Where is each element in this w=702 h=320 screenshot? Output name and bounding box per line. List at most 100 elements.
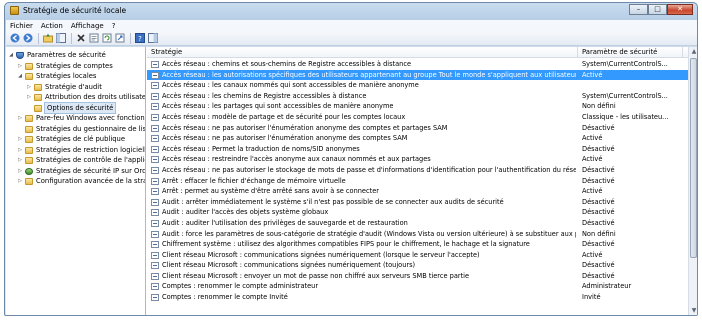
- policy-row[interactable]: Comptes : renommer le compte administrat…: [147, 281, 688, 292]
- tree-item[interactable]: ▷ Stratégies de clé publique: [6, 134, 145, 145]
- policy-icon: [151, 272, 159, 280]
- policy-row[interactable]: Accès réseau : restreindre l'accès anony…: [147, 154, 688, 165]
- folder-icon: [34, 104, 42, 112]
- policy-row[interactable]: Client réseau Microsoft : communications…: [147, 250, 688, 261]
- folder-icon: [34, 83, 42, 91]
- tree-item[interactable]: ◢ Stratégies locales: [6, 71, 145, 82]
- policy-row[interactable]: Audit : force les paramètres de sous-cat…: [147, 229, 688, 240]
- expand-icon[interactable]: ▷: [26, 84, 32, 90]
- title-bar[interactable]: Stratégie de sécurité locale – □ ✕: [5, 3, 697, 19]
- policy-name: Client réseau Microsoft : communications…: [162, 261, 416, 270]
- expand-icon[interactable]: ▷: [26, 94, 32, 100]
- menu-affichage[interactable]: Affichage: [71, 22, 104, 30]
- policy-row[interactable]: Audit : arrêter immédiatement le système…: [147, 197, 688, 208]
- policy-setting: Non défini: [582, 229, 616, 238]
- tree-item[interactable]: Stratégies du gestionnaire de listes de: [6, 124, 145, 135]
- maximize-button[interactable]: □: [648, 4, 667, 15]
- tree-item[interactable]: ▷ Stratégies de restriction logicielle: [6, 145, 145, 156]
- policy-row[interactable]: Accès réseau : les autorisations spécifi…: [147, 69, 688, 81]
- policy-icon: [151, 71, 159, 79]
- policy-row[interactable]: Accès réseau : les canaux nommés qui son…: [147, 80, 688, 91]
- scroll-thumb[interactable]: [690, 58, 697, 258]
- policy-row[interactable]: Accès réseau : ne pas autoriser l'énumér…: [147, 123, 688, 134]
- folder-icon: [34, 94, 42, 101]
- expand-icon[interactable]: ▷: [17, 168, 23, 174]
- back-arrow-icon[interactable]: [9, 33, 20, 44]
- menu-fichier[interactable]: Fichier: [10, 22, 33, 30]
- tree-item[interactable]: ▷ Stratégies de comptes: [6, 61, 145, 72]
- policy-row[interactable]: Audit : auditer l'accès des objets systè…: [147, 207, 688, 218]
- policy-icon: [151, 230, 159, 238]
- refresh-icon[interactable]: [101, 33, 112, 44]
- policy-row[interactable]: Client réseau Microsoft : communications…: [147, 260, 688, 271]
- scroll-down-icon[interactable]: ▼: [689, 306, 697, 315]
- expand-icon[interactable]: ▷: [17, 178, 23, 184]
- policy-row[interactable]: Audit : auditer l'utilisation des privil…: [147, 218, 688, 229]
- menu-action[interactable]: Action: [41, 22, 63, 30]
- up-folder-icon[interactable]: [42, 33, 53, 44]
- policy-row[interactable]: Chiffrement système : utilisez des algor…: [147, 239, 688, 250]
- show-tree-icon[interactable]: [55, 33, 66, 44]
- collapse-icon[interactable]: ◢: [17, 73, 23, 79]
- tree-item[interactable]: ▷ Stratégie d'audit: [6, 82, 145, 93]
- policy-rows: Accès réseau : chemins et sous-chemins d…: [147, 59, 688, 315]
- expand-icon[interactable]: ▷: [17, 63, 23, 69]
- expand-icon[interactable]: ▷: [17, 115, 23, 121]
- svg-text:?: ?: [138, 35, 142, 43]
- policy-row[interactable]: Client réseau Microsoft : envoyer un mot…: [147, 271, 688, 282]
- minimize-button[interactable]: –: [629, 4, 648, 15]
- collapse-icon[interactable]: ◢: [8, 52, 14, 58]
- expand-icon[interactable]: ▷: [17, 136, 23, 142]
- expand-icon[interactable]: ▷: [17, 147, 23, 153]
- policy-row[interactable]: Arrêt : effacer le fichier d'échange de …: [147, 176, 688, 187]
- policy-row[interactable]: Arrêt : permet au système d'être arrêté …: [147, 186, 688, 197]
- policy-icon: [151, 177, 159, 185]
- policy-row[interactable]: Accès réseau : ne pas autoriser l'énumér…: [147, 133, 688, 144]
- policy-row[interactable]: Accès réseau : les partages qui sont acc…: [147, 101, 688, 112]
- policy-setting: Activé: [582, 134, 603, 143]
- tree-item[interactable]: ◢ Paramètres de sécurité: [6, 50, 145, 61]
- tree-item-label: Pare-feu Windows avec fonctions ava: [36, 114, 146, 122]
- vertical-scrollbar[interactable]: ▲ ▼: [688, 47, 697, 315]
- expand-icon[interactable]: ▷: [17, 157, 23, 163]
- export-icon[interactable]: [114, 33, 125, 44]
- menu-help[interactable]: ?: [112, 22, 116, 30]
- tree-item[interactable]: Options de sécurité: [6, 101, 145, 114]
- folder-icon: [25, 146, 33, 154]
- policy-row[interactable]: Accès réseau : modèle de partage et de s…: [147, 112, 688, 123]
- policy-setting: System\CurrentControlS...: [582, 60, 668, 68]
- tree-item[interactable]: ▷ Attribution des droits utilisateur: [6, 92, 145, 103]
- policy-setting: Désactivé: [582, 208, 615, 217]
- close-button[interactable]: ✕: [667, 4, 693, 15]
- tree-item-label: Attribution des droits utilisateur: [45, 93, 146, 101]
- policy-icon: [151, 241, 159, 249]
- tree-item-label: Stratégie d'audit: [45, 82, 102, 91]
- policy-icon: [151, 135, 159, 143]
- column-header-setting[interactable]: Paramètre de sécurité: [578, 47, 683, 58]
- policy-icon: [151, 294, 159, 302]
- policy-row[interactable]: Comptes : renommer le compte Invité Invit…: [147, 292, 688, 303]
- policy-name: Audit : force les paramètres de sous-cat…: [162, 229, 576, 238]
- properties-pane-icon[interactable]: [147, 33, 158, 44]
- delete-icon[interactable]: [75, 33, 86, 44]
- policy-row[interactable]: Accès réseau : chemins et sous-chemins d…: [147, 59, 688, 70]
- tree-item[interactable]: ▷ Stratégies de sécurité IP sur Ordinateu: [6, 166, 145, 177]
- policy-row[interactable]: Accès réseau : Permet la traduction de n…: [147, 144, 688, 155]
- policy-icon: [151, 188, 159, 196]
- policy-icon: [151, 251, 159, 259]
- policy-name: Comptes : renommer le compte administrat…: [162, 282, 319, 291]
- tree-item-label: Stratégies de comptes: [36, 61, 113, 70]
- column-header-policy[interactable]: Stratégie: [147, 47, 578, 58]
- forward-arrow-icon[interactable]: [22, 33, 33, 44]
- scroll-up-icon[interactable]: ▲: [689, 47, 697, 57]
- properties-icon[interactable]: [88, 33, 99, 44]
- policy-name: Chiffrement système : utilisez des algor…: [162, 240, 530, 249]
- tree-item[interactable]: ▷ Configuration avancée de la stratégie: [6, 176, 145, 187]
- policy-setting: Désactivé: [582, 240, 615, 249]
- tree-item[interactable]: ▷ Pare-feu Windows avec fonctions ava: [6, 113, 145, 124]
- policy-row[interactable]: Accès réseau : les chemins de Registre a…: [147, 91, 688, 102]
- policy-row[interactable]: Accès réseau : ne pas autoriser le stock…: [147, 165, 688, 176]
- help-icon[interactable]: ?: [134, 33, 145, 44]
- folder-icon: [25, 136, 33, 143]
- tree-item[interactable]: ▷ Stratégies de contrôle de l'application: [6, 155, 145, 166]
